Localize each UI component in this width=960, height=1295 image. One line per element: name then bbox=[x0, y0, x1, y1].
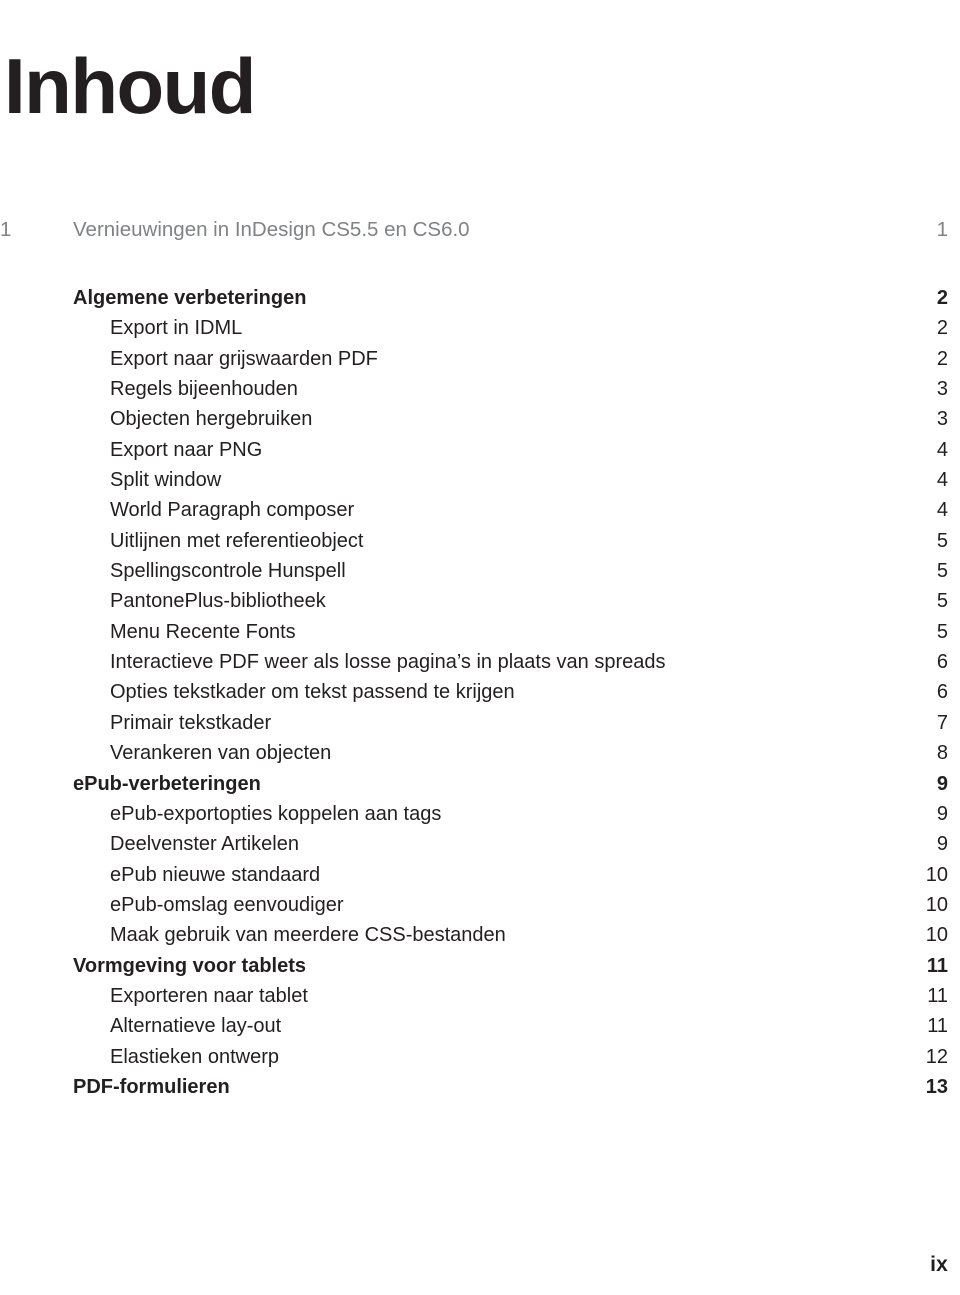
toc-entry-label: Elastieken ontwerp bbox=[110, 1045, 279, 1068]
toc-section-row[interactable]: Vormgeving voor tablets 11 bbox=[0, 951, 960, 981]
toc-entry-page-number: 2 bbox=[936, 347, 948, 370]
toc-entry-page-number: 2 bbox=[936, 317, 948, 340]
toc-entry-page-number: 2 bbox=[936, 287, 948, 309]
toc-entry-row[interactable]: Regels bijeenhouden 3 bbox=[0, 374, 960, 404]
toc-entry-row[interactable]: Primair tekstkader 7 bbox=[0, 708, 960, 738]
toc-entry-row[interactable]: Elastieken ontwerp 12 bbox=[0, 1042, 960, 1072]
toc-page: Inhoud 1 Vernieuwingen in InDesign CS5.5… bbox=[0, 0, 960, 1295]
toc-entry-page-number: 3 bbox=[936, 378, 948, 401]
toc-entry-label: Objecten hergebruiken bbox=[110, 408, 313, 431]
chapter-spacer bbox=[0, 247, 960, 283]
toc-entry-row[interactable]: Export naar grijswaarden PDF 2 bbox=[0, 344, 960, 374]
toc-entry-row[interactable]: Interactieve PDF weer als losse pagina’s… bbox=[0, 647, 960, 677]
page-title: Inhoud bbox=[4, 42, 256, 131]
toc-entry-label: PantonePlus-bibliotheek bbox=[110, 590, 326, 613]
toc-entry-label: Vormgeving voor tablets bbox=[73, 954, 307, 977]
toc-entry-page-number: 12 bbox=[925, 1045, 948, 1068]
toc-entry-row[interactable]: Verankeren van objecten 8 bbox=[0, 738, 960, 768]
toc-entry-page-number: 10 bbox=[925, 893, 948, 916]
toc-entry-label: Spellingscontrole Hunspell bbox=[110, 560, 346, 583]
toc-entry-label: ePub nieuwe standaard bbox=[110, 863, 321, 886]
toc-entry-label: Alternatieve lay-out bbox=[110, 1015, 282, 1038]
toc-entry-page-number: 4 bbox=[936, 499, 948, 522]
toc-entry-row[interactable]: Exporteren naar tablet 11 bbox=[0, 981, 960, 1011]
folio-page-number: ix bbox=[930, 1253, 948, 1276]
toc-entry-page-number: 5 bbox=[936, 529, 948, 552]
toc-entry-page-number: 5 bbox=[936, 590, 948, 613]
toc-entry-row[interactable]: Objecten hergebruiken 3 bbox=[0, 404, 960, 434]
toc-entry-label: Verankeren van objecten bbox=[110, 742, 332, 765]
chapter-number: 1 bbox=[0, 218, 12, 241]
toc-entry-label: ePub-verbeteringen bbox=[73, 772, 261, 795]
toc-entry-label: Deelvenster Artikelen bbox=[110, 833, 299, 856]
toc-entry-row[interactable]: Export naar PNG 4 bbox=[0, 435, 960, 465]
toc-entry-label: Regels bijeenhouden bbox=[110, 378, 298, 401]
toc-entry-row[interactable]: ePub-exportopties koppelen aan tags 9 bbox=[0, 799, 960, 829]
toc-entry-label: Maak gebruik van meerdere CSS-bestanden bbox=[110, 924, 506, 947]
toc-entry-label: ePub-exportopties koppelen aan tags bbox=[110, 802, 442, 825]
toc-entry-row[interactable]: PantonePlus-bibliotheek 5 bbox=[0, 586, 960, 616]
toc-entry-row[interactable]: World Paragraph composer 4 bbox=[0, 495, 960, 525]
toc-entry-page-number: 6 bbox=[936, 681, 948, 704]
toc-entry-page-number: 9 bbox=[936, 772, 948, 795]
toc-entry-page-number: 10 bbox=[925, 863, 948, 886]
toc-entry-page-number: 11 bbox=[927, 1015, 948, 1038]
chapter-title: Vernieuwingen in InDesign CS5.5 en CS6.0 bbox=[73, 218, 470, 241]
toc-entry-page-number: 11 bbox=[927, 984, 948, 1007]
toc-entry-page-number: 7 bbox=[936, 711, 948, 734]
toc-entry-label: Interactieve PDF weer als losse pagina’s… bbox=[110, 651, 666, 674]
toc-section-row[interactable]: PDF-formulieren 13 bbox=[0, 1072, 960, 1102]
toc-entry-row[interactable]: Split window 4 bbox=[0, 465, 960, 495]
toc-chapter-row[interactable]: 1 Vernieuwingen in InDesign CS5.5 en CS6… bbox=[0, 213, 960, 247]
toc-entry-label: Menu Recente Fonts bbox=[110, 620, 296, 643]
toc-entry-label: ePub-omslag eenvoudiger bbox=[110, 893, 344, 916]
toc-entry-label: Export naar grijswaarden PDF bbox=[110, 347, 378, 370]
toc-entry-row[interactable]: Deelvenster Artikelen 9 bbox=[0, 829, 960, 859]
toc-entry-label: Primair tekstkader bbox=[110, 711, 272, 734]
toc-entry-page-number: 10 bbox=[925, 924, 948, 947]
toc-entry-row[interactable]: Maak gebruik van meerdere CSS-bestanden 1… bbox=[0, 920, 960, 950]
toc-entry-page-number: 5 bbox=[936, 620, 948, 643]
toc-entry-row[interactable]: Export in IDML 2 bbox=[0, 313, 960, 343]
toc-entry-label: Exporteren naar tablet bbox=[110, 984, 308, 1007]
toc-entry-label: Export in IDML bbox=[110, 317, 243, 340]
toc-entry-list: Algemene verbeteringen 2 Export in IDML 2 Ex… bbox=[0, 283, 960, 1102]
table-of-contents: 1 Vernieuwingen in InDesign CS5.5 en CS6… bbox=[0, 213, 960, 1102]
toc-entry-row[interactable]: Opties tekstkader om tekst passend te kr… bbox=[0, 677, 960, 707]
toc-entry-label: Algemene verbeteringen bbox=[73, 287, 307, 309]
toc-entry-label: Uitlijnen met referentieobject bbox=[110, 529, 364, 552]
chapter-page-number: 1 bbox=[936, 218, 948, 241]
toc-entry-page-number: 6 bbox=[936, 651, 948, 674]
toc-entry-label: Split window bbox=[110, 469, 222, 492]
toc-entry-row[interactable]: Uitlijnen met referentieobject 5 bbox=[0, 526, 960, 556]
toc-entry-page-number: 8 bbox=[936, 742, 948, 765]
toc-entry-label: Export naar PNG bbox=[110, 438, 263, 461]
toc-section-row[interactable]: Algemene verbeteringen 2 bbox=[0, 283, 960, 313]
toc-entry-page-number: 13 bbox=[925, 1075, 948, 1098]
toc-entry-row[interactable]: Alternatieve lay-out 11 bbox=[0, 1011, 960, 1041]
toc-entry-label: Opties tekstkader om tekst passend te kr… bbox=[110, 681, 515, 704]
toc-entry-page-number: 4 bbox=[936, 469, 948, 492]
toc-entry-row[interactable]: Menu Recente Fonts 5 bbox=[0, 617, 960, 647]
toc-entry-page-number: 9 bbox=[936, 833, 948, 856]
toc-entry-page-number: 3 bbox=[936, 408, 948, 431]
toc-entry-page-number: 9 bbox=[936, 802, 948, 825]
toc-entry-row[interactable]: ePub nieuwe standaard 10 bbox=[0, 860, 960, 890]
toc-section-row[interactable]: ePub-verbeteringen 9 bbox=[0, 769, 960, 799]
toc-entry-label: PDF-formulieren bbox=[73, 1075, 230, 1098]
toc-entry-row[interactable]: Spellingscontrole Hunspell 5 bbox=[0, 556, 960, 586]
toc-entry-page-number: 11 bbox=[926, 954, 948, 977]
toc-entry-page-number: 5 bbox=[936, 560, 948, 583]
toc-entry-label: World Paragraph composer bbox=[110, 499, 355, 522]
toc-entry-page-number: 4 bbox=[936, 438, 948, 461]
toc-entry-row[interactable]: ePub-omslag eenvoudiger 10 bbox=[0, 890, 960, 920]
